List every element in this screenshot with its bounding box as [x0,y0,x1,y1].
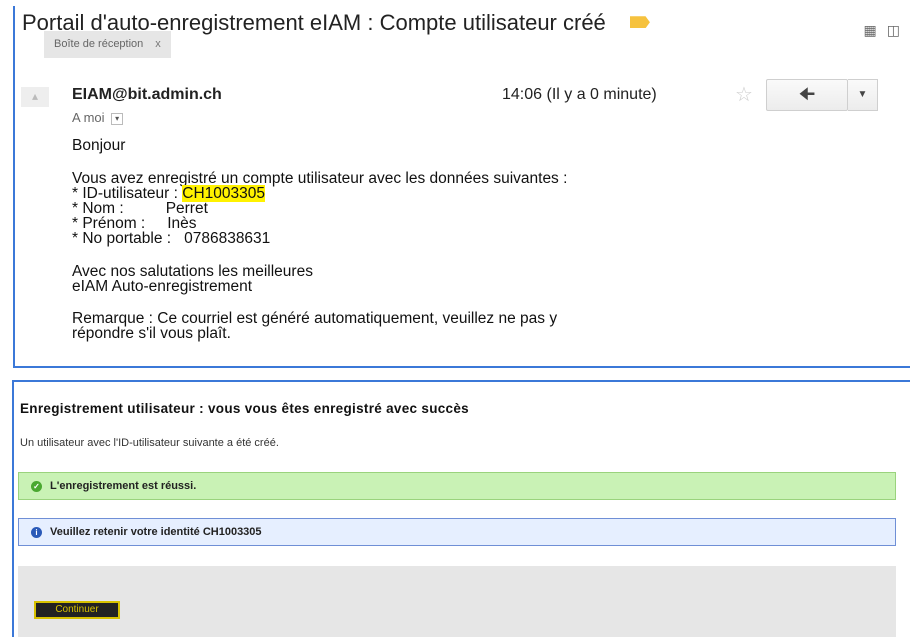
inbox-label-text: Boîte de réception [54,38,144,50]
success-message-bar: ✓ L'enregistrement est réussi. [18,472,896,500]
registration-title: Enregistrement utilisateur : vous vous ê… [20,401,469,416]
print-icon[interactable]: ▦ [864,22,887,38]
prenom-line: * Prénom : Inès [72,216,197,232]
userid-line: * ID-utilisateur : CH1003305 [72,185,265,202]
chevron-down-icon: ▼ [857,89,868,100]
toolbar-icons: ▦◫ [864,22,910,39]
remove-label-icon[interactable]: x [155,38,161,50]
success-message: L'enregistrement est réussi. [50,480,197,492]
mobile-label: * No portable : [72,230,172,247]
continue-button[interactable]: Continuer [34,601,120,619]
closing-line-1: Avec nos salutations les meilleures [72,263,313,280]
check-icon: ✓ [31,480,42,492]
action-area: Continuer [18,566,896,637]
inbox-label-chip[interactable]: Boîte de réception x [44,31,171,58]
recipient-line: A moi ▾ [72,110,124,125]
email-subject: Portail d'auto-enregistrement eIAM : Com… [22,12,792,60]
mobile-line: * No portable : 0786838631 [72,230,271,247]
more-actions-button[interactable]: ▼ [848,79,878,111]
recipient-label: A moi [72,110,105,125]
mobile-value: 0786838631 [184,230,271,247]
new-window-icon[interactable]: ◫ [887,22,910,38]
info-message-bar: i Veuillez retenir votre identité CH10033… [18,518,896,546]
registration-subtitle: Un utilisateur avec l'ID-utilisateur sui… [20,437,279,449]
remark-line-2: répondre s'il vous plaît. [72,325,231,342]
info-icon: i [31,526,42,538]
label-tag-icon[interactable] [629,16,650,29]
sender-address[interactable]: EIAM@bit.admin.ch [72,86,222,104]
remark-line-1: Remarque : Ce courriel est généré automa… [72,310,558,327]
star-icon[interactable]: ☆ [735,82,753,107]
reply-button[interactable]: 🠈 [766,79,848,111]
reply-icon: 🠈 [798,84,816,104]
greeting-text: Bonjour [72,137,126,154]
sender-avatar: ▴ [21,87,49,107]
nom-line: * Nom : Perret [72,201,208,217]
info-message: Veuillez retenir votre identité CH100330… [50,526,262,538]
show-details-icon[interactable]: ▾ [111,112,124,125]
closing-line-2: eIAM Auto-enregistrement [72,278,253,295]
intro-text: Vous avez enregistré un compte utilisate… [72,170,568,187]
email-timestamp: 14:06 (Il y a 0 minute) [502,86,657,103]
